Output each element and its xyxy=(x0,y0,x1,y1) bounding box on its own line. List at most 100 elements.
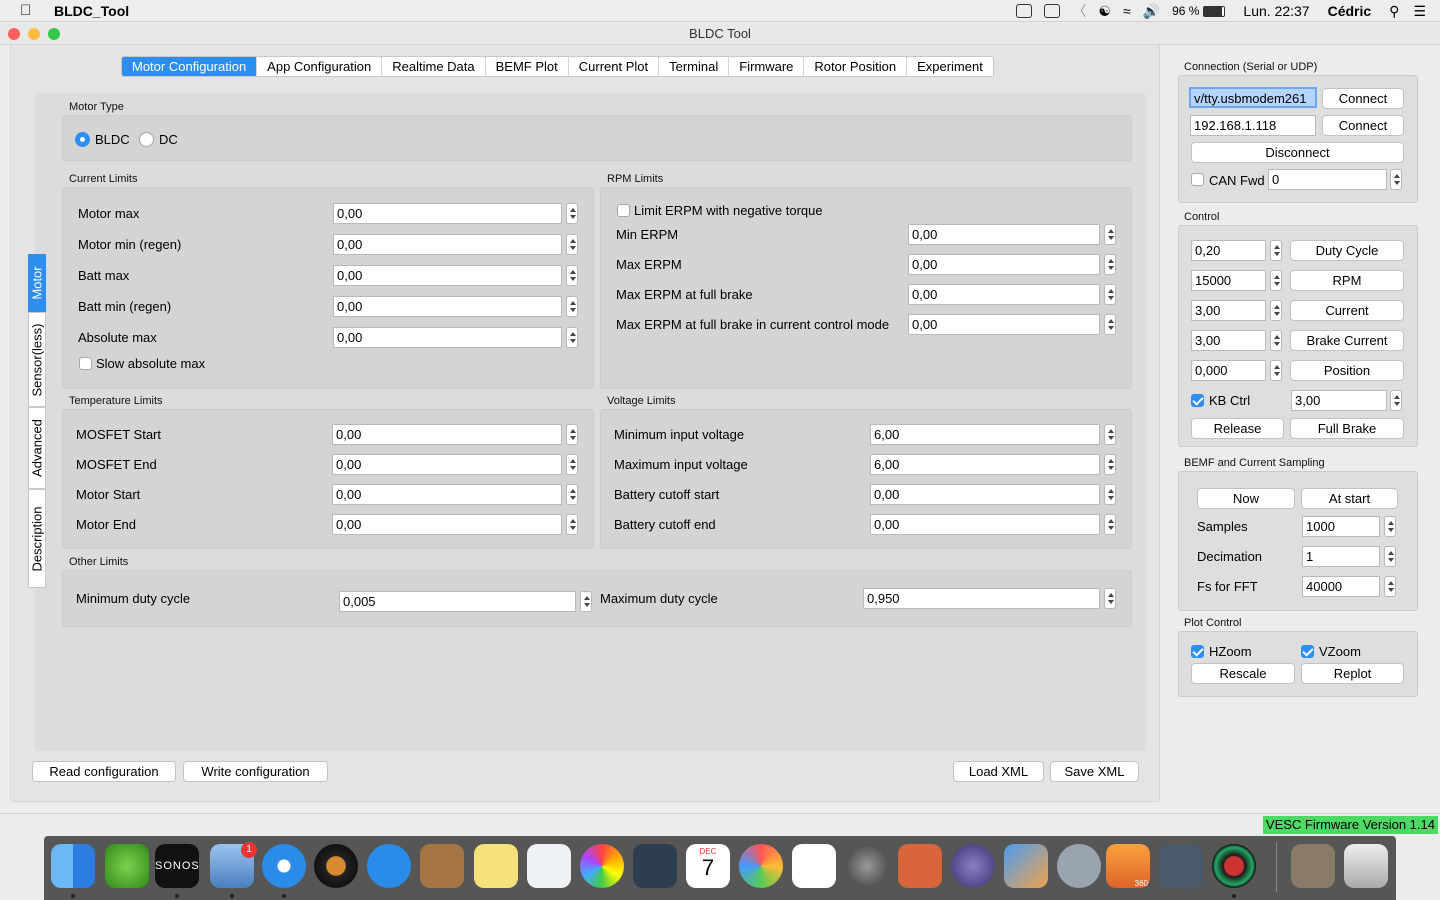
batt-min-stepper[interactable] xyxy=(566,296,578,317)
read-configuration-button[interactable]: Read configuration xyxy=(32,761,176,782)
vzoom-checkbox[interactable] xyxy=(1301,645,1314,658)
chart-app-icon[interactable] xyxy=(1004,844,1048,888)
hzoom-checkbox[interactable] xyxy=(1191,645,1204,658)
slow-absolute-max-checkbox[interactable] xyxy=(79,357,92,370)
mosfet-end-stepper[interactable] xyxy=(566,454,578,475)
bldc-tool-icon[interactable] xyxy=(1212,844,1256,888)
battery-cutoff-end-field[interactable]: 0,00 xyxy=(870,514,1100,535)
fs-fft-stepper[interactable] xyxy=(1384,576,1396,597)
motor-min-field[interactable]: 0,00 xyxy=(333,234,562,255)
serial-port-field[interactable]: v/tty.usbmodem261 xyxy=(1189,87,1317,108)
replot-button[interactable]: Replot xyxy=(1301,663,1404,684)
tab-realtime-data[interactable]: Realtime Data xyxy=(382,57,486,76)
sample-at-start-button[interactable]: At start xyxy=(1301,488,1398,509)
decimation-field[interactable]: 1 xyxy=(1302,546,1380,567)
release-button[interactable]: Release xyxy=(1191,418,1284,439)
motor-start-field[interactable]: 0,00 xyxy=(332,484,562,505)
dc-radio[interactable] xyxy=(139,132,154,147)
current-field[interactable]: 3,00 xyxy=(1191,300,1266,321)
tab-bemf-plot[interactable]: BEMF Plot xyxy=(485,57,569,76)
motor-min-stepper[interactable] xyxy=(566,234,578,255)
app-downloader-icon[interactable] xyxy=(105,844,149,888)
write-configuration-button[interactable]: Write configuration xyxy=(183,761,328,782)
battery-cutoff-start-field[interactable]: 0,00 xyxy=(870,484,1100,505)
decimation-stepper[interactable] xyxy=(1384,546,1396,567)
vtab-motor[interactable]: Motor xyxy=(28,254,46,312)
kb-ctrl-checkbox[interactable] xyxy=(1191,394,1204,407)
can-id-stepper[interactable] xyxy=(1390,169,1402,190)
vtab-description[interactable]: Description xyxy=(28,489,46,588)
mosfet-start-field[interactable]: 0,00 xyxy=(332,424,562,445)
max-duty-stepper[interactable] xyxy=(1104,588,1116,609)
position-stepper[interactable] xyxy=(1270,360,1282,381)
dropbox-icon[interactable] xyxy=(1016,4,1033,18)
max-erpm-full-brake-stepper[interactable] xyxy=(1104,284,1116,305)
max-erpm-field[interactable]: 0,00 xyxy=(908,254,1100,275)
finder-icon[interactable] xyxy=(51,844,95,888)
audio-player-icon[interactable] xyxy=(314,844,358,888)
mosfet-end-field[interactable]: 0,00 xyxy=(332,454,562,475)
tab-app-configuration[interactable]: App Configuration xyxy=(257,57,383,76)
max-input-voltage-field[interactable]: 6,00 xyxy=(870,454,1100,475)
motor-start-stepper[interactable] xyxy=(566,484,578,505)
contacts-icon[interactable] xyxy=(420,844,464,888)
max-erpm-full-brake-field[interactable]: 0,00 xyxy=(908,284,1100,305)
volume-icon[interactable]: 🔊 xyxy=(1143,3,1160,20)
load-xml-button[interactable]: Load XML xyxy=(953,761,1044,782)
tab-terminal[interactable]: Terminal xyxy=(659,57,730,76)
udp-connect-button[interactable]: Connect xyxy=(1322,115,1404,136)
image-capture-icon[interactable] xyxy=(527,844,571,888)
motor-max-field[interactable]: 0,00 xyxy=(333,203,562,224)
screen-app-icon[interactable] xyxy=(633,844,677,888)
brake-current-stepper[interactable] xyxy=(1270,330,1282,351)
keynote-icon[interactable] xyxy=(898,844,942,888)
max-duty-field[interactable]: 0,950 xyxy=(863,588,1100,609)
safari-icon[interactable] xyxy=(262,844,306,888)
motor-end-field[interactable]: 0,00 xyxy=(332,514,562,535)
max-erpm-full-brake-cc-field[interactable]: 0,00 xyxy=(908,314,1100,335)
rescale-button[interactable]: Rescale xyxy=(1191,663,1295,684)
disconnect-button[interactable]: Disconnect xyxy=(1191,142,1404,163)
kb-ctrl-stepper[interactable] xyxy=(1390,390,1402,411)
menu-app-name[interactable]: BLDC_Tool xyxy=(54,3,129,19)
app-store-icon[interactable] xyxy=(367,844,411,888)
motor-max-stepper[interactable] xyxy=(566,203,578,224)
drive-icon[interactable] xyxy=(1044,4,1061,18)
tab-experiment[interactable]: Experiment xyxy=(907,57,993,76)
can-id-field[interactable]: 0 xyxy=(1268,169,1387,190)
max-input-voltage-stepper[interactable] xyxy=(1104,454,1116,475)
mosfet-start-stepper[interactable] xyxy=(566,424,578,445)
save-xml-button[interactable]: Save XML xyxy=(1050,761,1139,782)
vtab-sensorless[interactable]: Sensor(less) xyxy=(28,312,46,407)
kb-ctrl-field[interactable]: 3,00 xyxy=(1291,390,1387,411)
spotlight-icon[interactable]: ⚲ xyxy=(1389,3,1399,20)
udp-address-field[interactable]: 192.168.1.118 xyxy=(1190,115,1316,136)
tab-rotor-position[interactable]: Rotor Position xyxy=(804,57,908,76)
bldc-radio[interactable] xyxy=(75,132,90,147)
system-preferences-icon[interactable] xyxy=(845,844,889,888)
photos-icon[interactable] xyxy=(580,844,624,888)
max-erpm-stepper[interactable] xyxy=(1104,254,1116,275)
position-button[interactable]: Position xyxy=(1290,360,1404,381)
batt-max-field[interactable]: 0,00 xyxy=(333,265,562,286)
max-erpm-full-brake-cc-stepper[interactable] xyxy=(1104,314,1116,335)
battery-percent[interactable]: 96 % xyxy=(1172,4,1199,18)
calendar-icon[interactable]: DEC 7 xyxy=(686,844,730,888)
rpm-stepper[interactable] xyxy=(1270,270,1282,291)
sonos-icon[interactable]: SONOS xyxy=(155,844,199,888)
menu-clock[interactable]: Lun. 22:37 xyxy=(1243,3,1309,19)
tab-current-plot[interactable]: Current Plot xyxy=(568,57,660,76)
vtab-advanced[interactable]: Advanced xyxy=(28,407,46,489)
wifi-icon[interactable]: ≈ xyxy=(1123,3,1131,19)
serial-connect-button[interactable]: Connect xyxy=(1322,88,1404,109)
tab-motor-configuration[interactable]: Motor Configuration xyxy=(122,57,258,76)
fs-fft-field[interactable]: 40000 xyxy=(1302,576,1380,597)
tab-firmware[interactable]: Firmware xyxy=(729,57,805,76)
rpm-button[interactable]: RPM xyxy=(1290,270,1404,291)
trash-icon[interactable] xyxy=(1344,844,1388,888)
bluetooth-icon[interactable]: 〈 xyxy=(1072,1,1086,21)
motor-end-stepper[interactable] xyxy=(566,514,578,535)
limit-erpm-negative-checkbox[interactable] xyxy=(617,204,630,217)
reminders-icon[interactable] xyxy=(792,844,836,888)
sample-now-button[interactable]: Now xyxy=(1197,488,1295,509)
